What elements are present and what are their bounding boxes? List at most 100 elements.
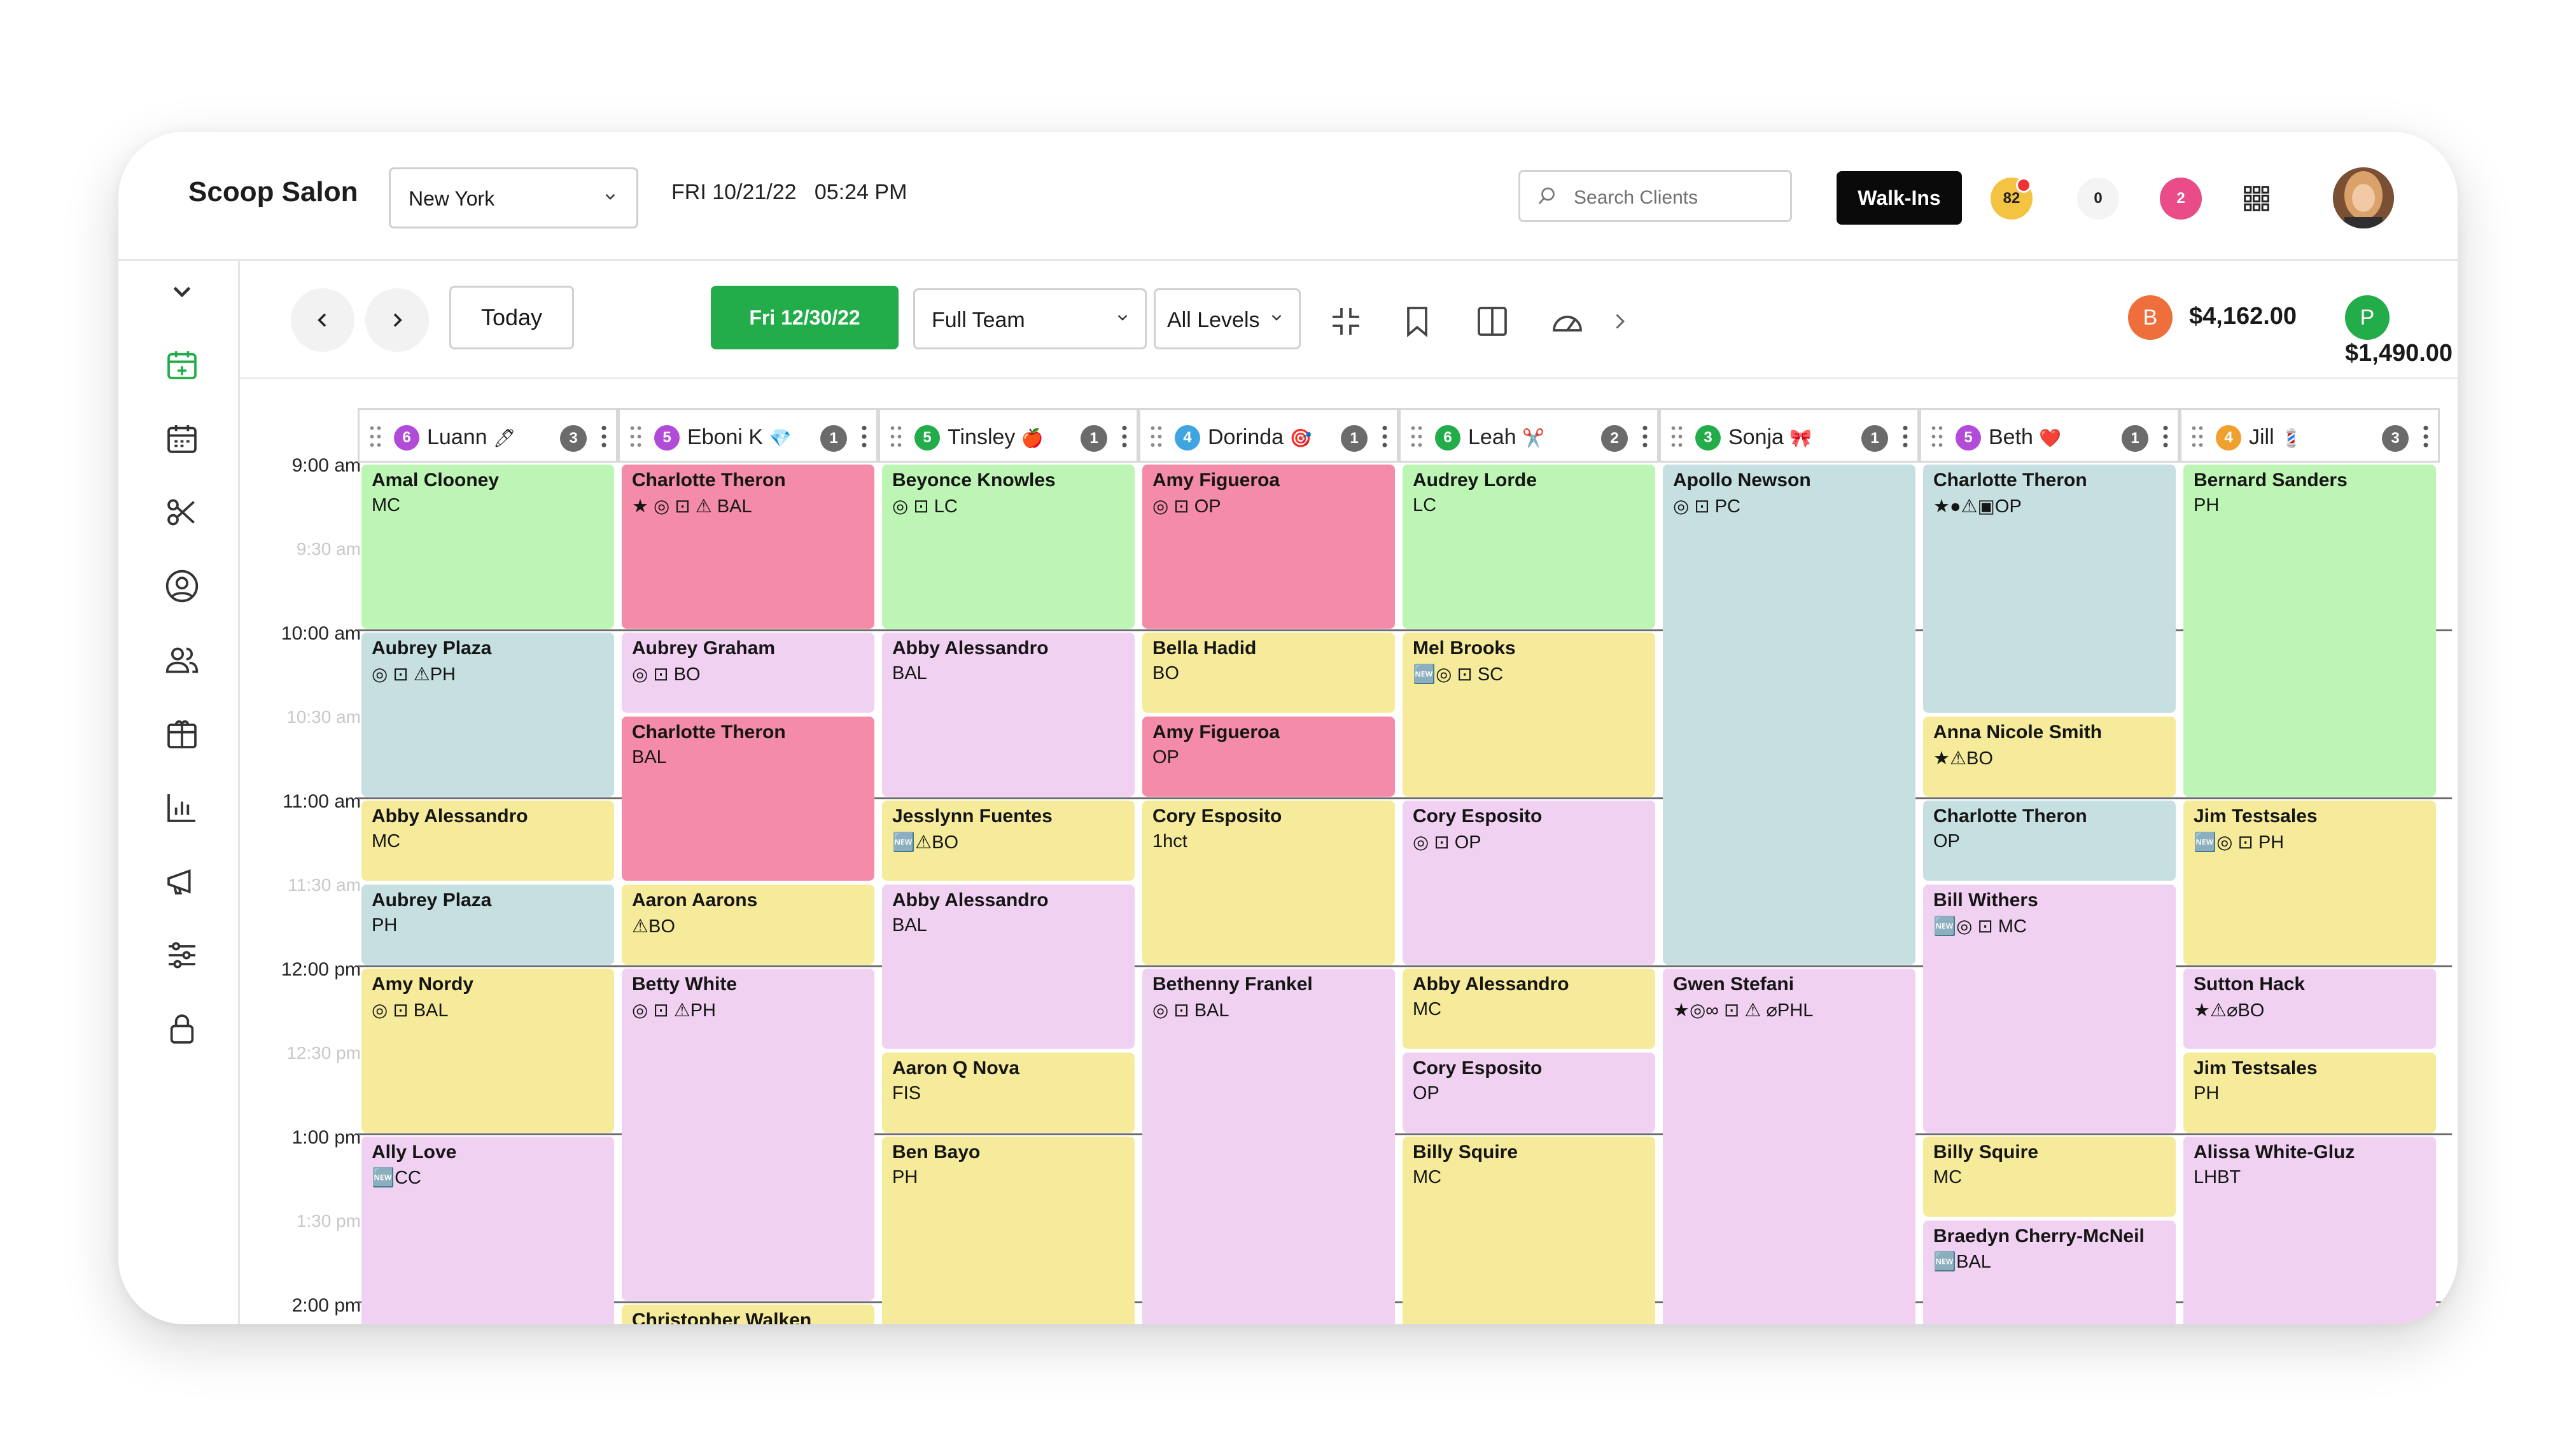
appointment-card[interactable]: Audrey Lorde LC bbox=[1403, 465, 1655, 629]
appointment-card[interactable]: Charlotte Theron OP bbox=[1923, 801, 2176, 881]
appointment-card[interactable]: Jim Testsales 🆕◎ ⊡ PH bbox=[2183, 801, 2436, 965]
appointment-card[interactable]: Alissa White-Gluz LHBT bbox=[2183, 1137, 2436, 1324]
appointment-card[interactable]: Bernard Sanders PH bbox=[2183, 465, 2436, 797]
walk-ins-button[interactable]: Walk-Ins bbox=[1837, 171, 1962, 225]
appointment-card[interactable]: Aubrey Plaza PH bbox=[361, 885, 614, 965]
staff-column-header[interactable]: 4 Jill 💈 3 bbox=[2180, 408, 2440, 463]
appointment-card[interactable]: Billy Squire MC bbox=[1923, 1137, 2176, 1217]
notification-badge-pink[interactable]: 2 bbox=[2160, 178, 2202, 220]
staff-column[interactable]: Amal Clooney MC Aubrey Plaza ◎ ⊡ ⚠PH Abby Al… bbox=[358, 463, 618, 1324]
appointment-card[interactable]: Charlotte Theron BAL bbox=[622, 717, 874, 881]
kebab-menu-icon[interactable] bbox=[861, 424, 867, 449]
add-calendar-icon[interactable] bbox=[164, 347, 200, 382]
staff-column[interactable]: Bernard Sanders PH Jim Testsales 🆕◎ ⊡ PH Sut… bbox=[2180, 463, 2440, 1324]
kebab-menu-icon[interactable] bbox=[601, 424, 607, 449]
staff-column-header[interactable]: 6 Leah ✂️ 2 bbox=[1399, 408, 1659, 463]
collapse-view-icon[interactable] bbox=[1328, 304, 1364, 339]
appointment-card[interactable]: Gwen Stefani ★◎∞ ⊡ ⚠ ⌀PHL bbox=[1663, 969, 1915, 1324]
appointment-card[interactable]: Abby Alessandro BAL bbox=[882, 885, 1135, 1049]
split-view-icon[interactable] bbox=[1474, 304, 1510, 339]
appointment-card[interactable]: Betty White ◎ ⊡ ⚠PH bbox=[622, 969, 874, 1301]
appointment-card[interactable]: Amy Figueroa OP bbox=[1142, 717, 1395, 797]
appointment-card[interactable]: Charlotte Theron ★ ◎ ⊡ ⚠ BAL bbox=[622, 465, 874, 629]
date-picker-button[interactable]: Fri 12/30/22 bbox=[711, 286, 899, 349]
appointment-card[interactable]: Charlotte Theron ★●⚠▣OP bbox=[1923, 465, 2176, 713]
appointment-card[interactable]: Amal Clooney MC bbox=[361, 465, 614, 629]
users-icon[interactable] bbox=[164, 642, 200, 678]
staff-column-header[interactable]: 6 Luann 🖊 3 bbox=[358, 408, 618, 463]
appointment-card[interactable]: Ben Bayo PH bbox=[882, 1137, 1135, 1324]
staff-column-header[interactable]: 5 Tinsley 🍎 1 bbox=[878, 408, 1138, 463]
appointment-card[interactable]: Aaron Aarons ⚠BO bbox=[622, 885, 874, 965]
drag-handle-icon[interactable] bbox=[1410, 424, 1424, 449]
appointment-card[interactable]: Amy Nordy ◎ ⊡ BAL bbox=[361, 969, 614, 1133]
staff-column[interactable]: Beyonce Knowles ◎ ⊡ LC Abby Alessandro BAL J… bbox=[878, 463, 1138, 1324]
drag-handle-icon[interactable] bbox=[1670, 424, 1684, 449]
appointment-card[interactable]: Bethenny Frankel ◎ ⊡ BAL bbox=[1142, 969, 1395, 1324]
staff-column-header[interactable]: 5 Eboni K 💎 1 bbox=[618, 408, 878, 463]
notification-badge-grey[interactable]: 0 bbox=[2077, 178, 2119, 220]
drag-handle-icon[interactable] bbox=[368, 424, 382, 449]
apps-grid-icon[interactable] bbox=[2243, 185, 2271, 213]
sliders-icon[interactable] bbox=[164, 937, 200, 973]
appointment-card[interactable]: Aubrey Graham ◎ ⊡ BO bbox=[622, 633, 874, 713]
kebab-menu-icon[interactable] bbox=[1121, 424, 1128, 449]
appointment-card[interactable]: Mel Brooks 🆕◎ ⊡ SC bbox=[1403, 633, 1655, 797]
staff-column-header[interactable]: 5 Beth ❤️ 1 bbox=[1919, 408, 2180, 463]
search-clients-input[interactable]: Search Clients bbox=[1518, 170, 1792, 222]
lock-icon[interactable] bbox=[164, 1011, 200, 1047]
user-circle-icon[interactable] bbox=[164, 568, 200, 604]
team-select[interactable]: Full Team bbox=[913, 288, 1147, 349]
appointment-card[interactable]: Abby Alessandro MC bbox=[361, 801, 614, 881]
appointment-card[interactable]: Aubrey Plaza ◎ ⊡ ⚠PH bbox=[361, 633, 614, 797]
drag-handle-icon[interactable] bbox=[629, 424, 643, 449]
kebab-menu-icon[interactable] bbox=[1902, 424, 1908, 449]
megaphone-icon[interactable] bbox=[164, 864, 200, 899]
drag-handle-icon[interactable] bbox=[1149, 424, 1163, 449]
appointment-card[interactable]: Cory Esposito ◎ ⊡ OP bbox=[1403, 801, 1655, 965]
levels-select[interactable]: All Levels bbox=[1154, 288, 1301, 349]
appointment-card[interactable]: Sutton Hack ★⚠⌀BO bbox=[2183, 969, 2436, 1049]
appointment-card[interactable]: Billy Squire MC bbox=[1403, 1137, 1655, 1324]
appointment-card[interactable]: Ally Love 🆕CC bbox=[361, 1137, 614, 1324]
appointment-card[interactable]: Abby Alessandro BAL bbox=[882, 633, 1135, 797]
staff-column[interactable]: Apollo Newson ◎ ⊡ PC Gwen Stefani ★◎∞ ⊡ ⚠ ⌀… bbox=[1659, 463, 1919, 1324]
scissors-icon[interactable] bbox=[164, 494, 200, 530]
notification-badge-yellow[interactable]: 82 bbox=[1991, 178, 2033, 220]
appointment-card[interactable]: Amy Figueroa ◎ ⊡ OP bbox=[1142, 465, 1395, 629]
appointment-card[interactable]: Cory Esposito 1hct bbox=[1142, 801, 1395, 965]
gauge-icon[interactable] bbox=[1550, 304, 1585, 339]
user-avatar[interactable] bbox=[2333, 167, 2394, 228]
bookmark-icon[interactable] bbox=[1399, 304, 1435, 339]
kebab-menu-icon[interactable] bbox=[2423, 424, 2429, 449]
appointment-card[interactable]: Abby Alessandro MC bbox=[1403, 969, 1655, 1049]
drag-handle-icon[interactable] bbox=[2190, 424, 2204, 449]
drag-handle-icon[interactable] bbox=[889, 424, 903, 449]
kebab-menu-icon[interactable] bbox=[2162, 424, 2169, 449]
appointment-card[interactable]: Braedyn Cherry-McNeil 🆕BAL bbox=[1923, 1221, 2176, 1324]
kebab-menu-icon[interactable] bbox=[1382, 424, 1388, 449]
chevron-right-icon[interactable] bbox=[1608, 310, 1631, 333]
appointment-card[interactable]: Bill Withers 🆕◎ ⊡ MC bbox=[1923, 885, 2176, 1133]
package-icon[interactable] bbox=[164, 716, 200, 752]
prev-day-button[interactable] bbox=[291, 288, 354, 352]
appointment-card[interactable]: Aaron Q Nova FIS bbox=[882, 1053, 1135, 1133]
staff-column-header[interactable]: 4 Dorinda 🎯 1 bbox=[1138, 408, 1399, 463]
appointment-card[interactable]: Bella Hadid BO bbox=[1142, 633, 1395, 713]
staff-column-header[interactable]: 3 Sonja 🎀 1 bbox=[1659, 408, 1919, 463]
appointment-card[interactable]: Beyonce Knowles ◎ ⊡ LC bbox=[882, 465, 1135, 629]
staff-column[interactable]: Audrey Lorde LC Mel Brooks 🆕◎ ⊡ SC Cory Espo… bbox=[1399, 463, 1659, 1324]
appointment-card[interactable]: Anna Nicole Smith ★⚠BO bbox=[1923, 717, 2176, 797]
today-button[interactable]: Today bbox=[449, 286, 574, 349]
appointment-card[interactable]: Cory Esposito OP bbox=[1403, 1053, 1655, 1133]
staff-column[interactable]: Charlotte Theron ★ ◎ ⊡ ⚠ BAL Aubrey Graham… bbox=[618, 463, 878, 1324]
location-select[interactable]: New York bbox=[389, 167, 638, 228]
next-day-button[interactable] bbox=[365, 288, 429, 352]
kebab-menu-icon[interactable] bbox=[1642, 424, 1648, 449]
drag-handle-icon[interactable] bbox=[1930, 424, 1944, 449]
appointment-card[interactable]: Jim Testsales PH bbox=[2183, 1053, 2436, 1133]
collapse-chevron-icon[interactable] bbox=[164, 273, 200, 309]
bar-chart-icon[interactable] bbox=[164, 790, 200, 825]
appointment-card[interactable]: Apollo Newson ◎ ⊡ PC bbox=[1663, 465, 1915, 965]
appointment-card[interactable]: Christopher Walken bbox=[622, 1305, 874, 1324]
